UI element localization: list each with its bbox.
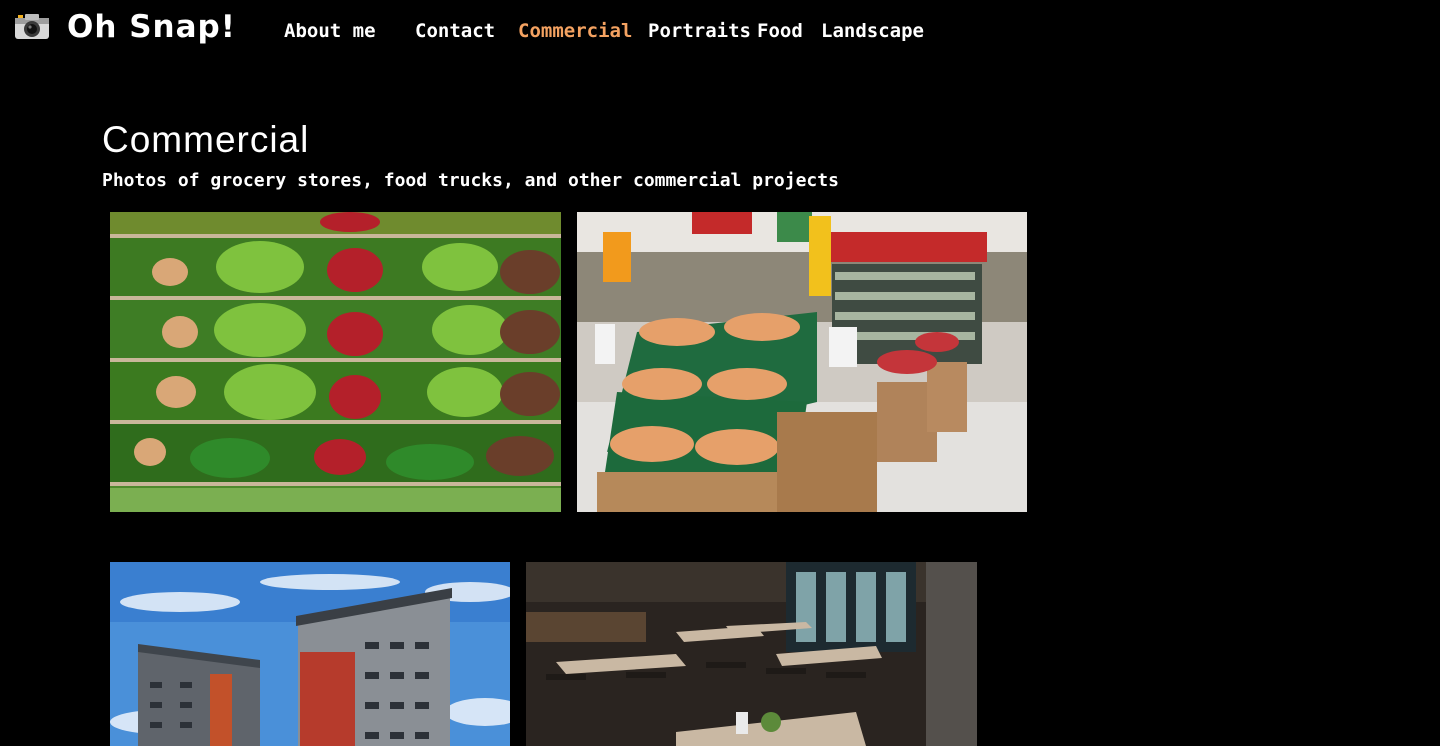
nav-link-portraits[interactable]: Portraits: [648, 20, 751, 42]
brand[interactable]: Oh Snap!: [14, 6, 235, 46]
photo-restaurant-interior[interactable]: [526, 562, 977, 746]
site-title[interactable]: Oh Snap!: [67, 9, 236, 45]
photo-supermarket-aisle[interactable]: [577, 212, 1027, 512]
nav-link-food[interactable]: Food: [757, 20, 803, 42]
nav-link-contact[interactable]: Contact: [415, 20, 495, 42]
nav-link-about-me[interactable]: About me: [284, 20, 376, 42]
page-subtitle: Photos of grocery stores, food trucks, a…: [102, 170, 839, 191]
camera-icon: [15, 14, 49, 39]
photo-produce-shelves[interactable]: [110, 212, 561, 512]
site-header: Oh Snap! About me Contact Commercial Por…: [0, 0, 1440, 70]
nav-link-commercial[interactable]: Commercial: [518, 20, 632, 42]
nav-link-landscape[interactable]: Landscape: [821, 20, 924, 42]
photo-apartment-building[interactable]: [110, 562, 510, 746]
page-title: Commercial: [102, 119, 310, 160]
